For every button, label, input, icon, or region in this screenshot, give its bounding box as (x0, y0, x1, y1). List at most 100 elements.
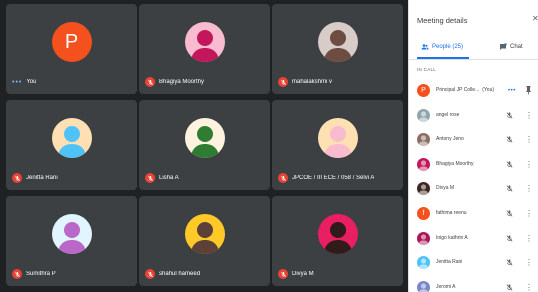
close-icon[interactable]: ✕ (532, 14, 538, 24)
avatar (417, 157, 430, 171)
participant-tile[interactable]: JPCOE / III ECE / 058 / Selvi A (272, 100, 403, 190)
more-options-icon[interactable]: ⋮ (525, 110, 533, 121)
panel-tabs: People (25) Chat (409, 36, 538, 60)
avatar (417, 108, 430, 122)
tile-name-row: shahul hameed (145, 268, 266, 280)
participant-row[interactable]: Jeromi A ⋮ (409, 276, 538, 292)
participant-name: Inigo kathrin A (436, 235, 468, 241)
letter-avatar: f (417, 207, 430, 220)
chess-pieces-photo (317, 22, 358, 62)
participant-name-text: Bhagiya Moorthy (436, 160, 474, 167)
tile-participant-name: You (26, 79, 37, 85)
speaking-indicator-icon: ••• (508, 88, 516, 94)
tile-participant-name: Lisha A (159, 175, 179, 181)
speaking-indicator-icon: ••• (12, 78, 23, 86)
mic-off-icon (505, 184, 514, 193)
panel-title: Meeting details (417, 16, 468, 25)
pin-icon[interactable] (525, 85, 532, 95)
more-options-icon[interactable]: ⋮ (525, 183, 533, 194)
mic-off-icon (12, 269, 22, 279)
mic-off-icon (505, 258, 514, 267)
tile-name-row: ••• You (12, 76, 133, 88)
participant-name-text: angel rose (436, 111, 460, 118)
participant-name-text: Principal JP Colle... (436, 87, 480, 93)
more-options-icon[interactable]: ⋮ (525, 233, 533, 244)
participant-name: Jeromi A (436, 284, 455, 290)
participant-tile[interactable]: Bhagiya Moorthy (139, 4, 270, 94)
participant-row[interactable]: Divya M ⋮ (409, 177, 538, 201)
tile-name-row: Jenitta Rani (12, 172, 133, 184)
baby-photo (317, 118, 358, 158)
in-call-section-label: IN CALL (417, 67, 437, 72)
more-options-icon[interactable]: ⋮ (525, 208, 533, 219)
tab-people-label: People (25) (432, 44, 464, 50)
participant-tile[interactable]: Lisha A (139, 100, 270, 190)
avatar (417, 133, 430, 147)
mic-off-icon (145, 269, 155, 279)
participant-tile[interactable]: Sumithra P (6, 196, 137, 286)
tile-name-row: JPCOE / III ECE / 058 / Selvi A (278, 172, 399, 184)
mic-off-icon (278, 173, 288, 183)
tile-name-row: Lisha A (145, 172, 266, 184)
participant-row[interactable]: Antony Jeno ⋮ (409, 128, 538, 152)
mic-off-icon (505, 209, 514, 218)
participant-name: Bhagiya Moorthy (436, 161, 474, 167)
avatar (417, 280, 430, 292)
participant-row[interactable]: Jenitta Rani ⋮ (409, 251, 538, 275)
more-options-icon[interactable]: ⋮ (525, 282, 533, 292)
mic-off-icon (505, 283, 514, 292)
participant-name-text: Jenitta Rani (436, 259, 463, 266)
participant-name: fathima reenu (436, 210, 467, 216)
participant-row[interactable]: Inigo kathrin A ⋮ (409, 227, 538, 251)
divya-text-logo (317, 214, 358, 254)
participant-tile[interactable]: Jenitta Rani (6, 100, 137, 190)
avatar-letter: P (64, 30, 79, 53)
avatar (417, 231, 430, 245)
mic-off-icon (505, 234, 514, 243)
tile-participant-name: Divya M (292, 271, 314, 277)
participant-name-text: fathima reenu (436, 210, 467, 216)
participant-name: Antony Jeno (436, 136, 464, 142)
participant-name: Divya M (436, 185, 454, 191)
tile-participant-name: shahul hameed (159, 271, 201, 277)
teddy-bears-photo (184, 22, 225, 62)
mic-off-icon (278, 77, 288, 87)
more-options-icon[interactable]: ⋮ (525, 257, 533, 268)
participant-tile[interactable]: Divya M (272, 196, 403, 286)
participant-row[interactable]: f fathima reenu ⋮ (409, 202, 538, 226)
people-icon (421, 43, 429, 51)
participant-name-text: Jeromi A (436, 283, 456, 290)
participant-tile[interactable]: P ••• You (6, 4, 137, 94)
tile-name-row: Bhagiya Moorthy (145, 76, 266, 88)
video-grid: P ••• You Bhagiya Moorthy mahalakshmi v Jenit… (0, 0, 408, 292)
tile-participant-name: Jenitta Rani (26, 175, 58, 181)
tile-name-row: Sumithra P (12, 268, 133, 280)
participant-row[interactable]: angel rose ⋮ (409, 104, 538, 128)
mic-off-icon (278, 269, 288, 279)
tab-chat-label: Chat (510, 44, 523, 50)
tab-chat[interactable]: Chat (499, 36, 523, 58)
mic-off-icon (145, 77, 155, 87)
participant-tile[interactable]: mahalakshmi v (272, 4, 403, 94)
avatar (417, 256, 430, 270)
tile-name-row: Divya M (278, 268, 399, 280)
you-label: (You) (482, 87, 495, 93)
participant-tile[interactable]: shahul hameed (139, 196, 270, 286)
boy-plants-photo (184, 118, 225, 158)
participant-name-text: Inigo kathrin A (436, 234, 468, 241)
chat-icon (499, 43, 507, 51)
meeting-details-panel: Meeting details ✕ People (25) Chat IN CA… (408, 0, 538, 292)
man-outdoor-photo (184, 214, 225, 254)
mic-off-icon (145, 173, 155, 183)
mic-off-icon (505, 160, 514, 169)
avatar (417, 182, 430, 196)
participant-row[interactable]: P Principal JP Colle... (You) ••• (409, 79, 538, 103)
participant-row[interactable]: Bhagiya Moorthy ⋮ (409, 153, 538, 177)
participant-name-text: Antony Jeno (436, 136, 464, 143)
participant-name: angel rose (436, 112, 459, 118)
tab-people[interactable]: People (25) (421, 36, 463, 58)
letter-avatar: P (51, 22, 92, 62)
more-options-icon[interactable]: ⋮ (525, 134, 533, 145)
more-options-icon[interactable]: ⋮ (525, 159, 533, 170)
participant-name: Principal JP Colle... (You) (436, 87, 494, 93)
